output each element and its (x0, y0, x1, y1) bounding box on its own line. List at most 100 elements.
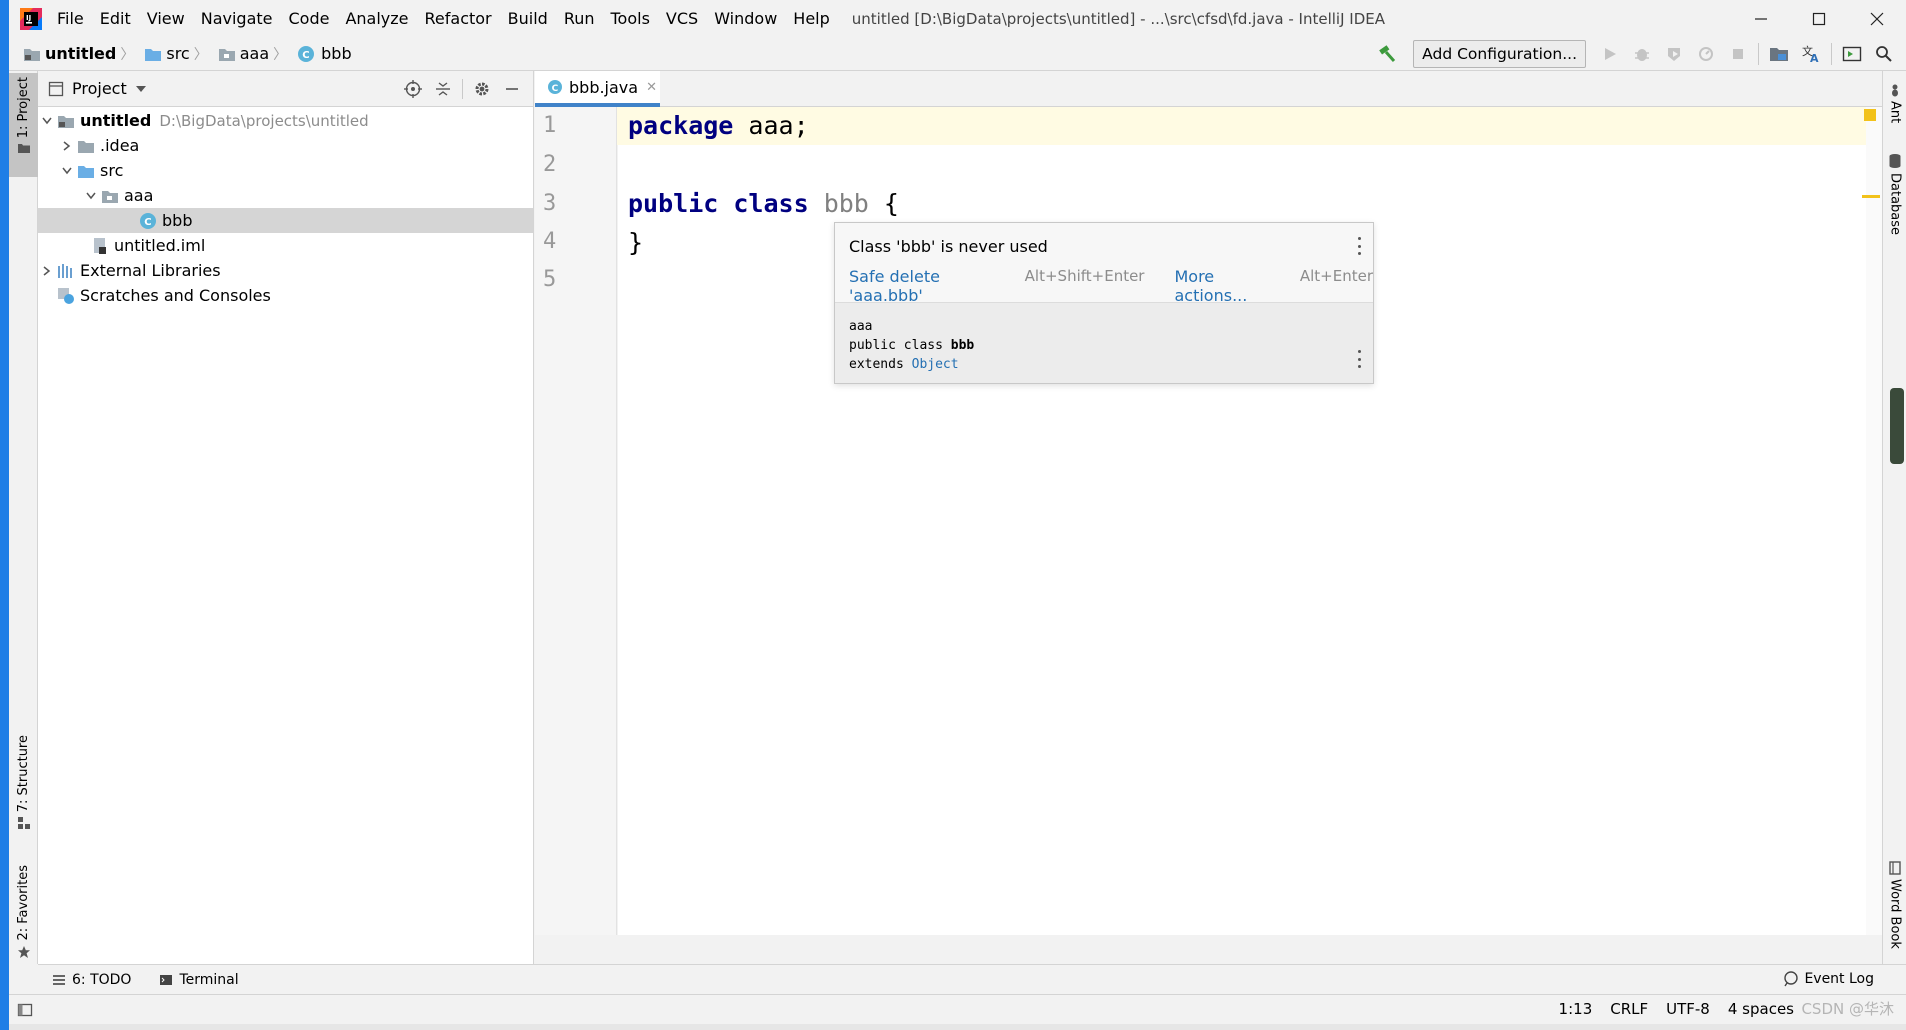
project-view-selector[interactable]: Project (72, 79, 127, 98)
maximize-button[interactable] (1790, 0, 1848, 37)
chevron-right-icon[interactable] (58, 140, 76, 152)
tool-tab-label: 1: Project (16, 77, 31, 139)
tree-item-untitled-iml[interactable]: untitled.iml (38, 233, 533, 258)
tree-item-scratches[interactable]: Scratches and Consoles (38, 283, 533, 308)
chevron-right-icon[interactable] (38, 265, 56, 277)
menu-tools[interactable]: Tools (611, 7, 650, 30)
panel-settings-button[interactable] (467, 74, 497, 104)
event-log-button[interactable]: Event Log (1783, 964, 1874, 994)
database-icon (1889, 154, 1901, 168)
add-configuration-button[interactable]: Add Configuration... (1413, 40, 1586, 68)
breadcrumb-class[interactable]: C bbb (297, 44, 352, 63)
locate-file-button[interactable] (398, 74, 428, 104)
breadcrumb-src[interactable]: src 〉 (144, 44, 213, 64)
project-structure-button[interactable] (1763, 40, 1795, 68)
chevron-down-icon[interactable] (38, 116, 56, 126)
shortcut-hint: Alt+Shift+Enter (1024, 267, 1145, 285)
hide-panel-button[interactable] (497, 74, 527, 104)
tool-tab-structure[interactable]: 7: Structure (9, 731, 38, 830)
close-window-button[interactable] (1848, 0, 1906, 37)
more-options-icon[interactable] (1355, 237, 1363, 255)
project-panel: Project untitled D:\BigData\projects\unt… (38, 71, 534, 964)
terminal-tool-button[interactable]: Terminal (159, 972, 239, 988)
tree-item-bbb[interactable]: C bbb (38, 208, 533, 233)
close-tab-icon[interactable]: ✕ (646, 80, 657, 95)
event-log-label: Event Log (1804, 971, 1874, 987)
caret-position[interactable]: 1:13 (1559, 1000, 1593, 1018)
translate-icon: 文A (1802, 44, 1819, 64)
safe-delete-action[interactable]: Safe delete 'aaa.bbb' (849, 267, 1013, 305)
class-name-unused[interactable]: bbb (824, 189, 869, 218)
stop-button[interactable] (1722, 40, 1754, 68)
chevron-down-icon[interactable] (135, 85, 147, 93)
toggle-tool-windows-icon[interactable] (17, 1002, 33, 1018)
project-view-icon (48, 81, 64, 96)
close-icon (1870, 12, 1884, 25)
translate-button[interactable]: 文A (1795, 40, 1827, 68)
menu-edit[interactable]: Edit (100, 7, 131, 30)
tool-tab-word-book[interactable]: Word Book (1883, 861, 1906, 949)
breadcrumb-project[interactable]: untitled 〉 (23, 44, 140, 64)
svg-text:C: C (552, 84, 559, 94)
package-icon (218, 48, 235, 61)
menu-help[interactable]: Help (793, 7, 829, 30)
build-button[interactable] (1371, 40, 1403, 68)
minimize-icon (506, 88, 518, 90)
code-line-4: } (628, 228, 643, 257)
warning-stripe-mark[interactable] (1862, 195, 1880, 198)
window-title: untitled [D:\BigData\projects\untitled] … (851, 9, 1385, 28)
menu-vcs[interactable]: VCS (666, 7, 698, 30)
breadcrumb-label: untitled (45, 44, 117, 63)
svg-text:A: A (1810, 52, 1819, 64)
menu-run[interactable]: Run (564, 7, 595, 30)
tree-item-src[interactable]: src (38, 158, 533, 183)
doc-superclass-link[interactable]: Object (912, 357, 959, 372)
file-encoding[interactable]: UTF-8 (1666, 1000, 1710, 1018)
shortcut-hint: Alt+Enter (1299, 267, 1373, 285)
todo-tool-button[interactable]: 6: TODO (52, 972, 131, 988)
menu-analyze[interactable]: Analyze (345, 7, 408, 30)
run-button[interactable] (1594, 40, 1626, 68)
menu-build[interactable]: Build (508, 7, 548, 30)
breadcrumb-package[interactable]: aaa 〉 (218, 44, 293, 64)
menu-code[interactable]: Code (289, 7, 330, 30)
doc-declaration-prefix: public class (849, 338, 951, 353)
chevron-down-icon[interactable] (82, 191, 100, 201)
tool-tab-database[interactable]: Database (1883, 153, 1906, 235)
editor-tab-bbb-java[interactable]: C bbb.java ✕ (535, 71, 660, 107)
debug-button[interactable] (1626, 40, 1658, 68)
menu-view[interactable]: View (147, 7, 185, 30)
tree-item-label: aaa (124, 186, 154, 205)
menu-navigate[interactable]: Navigate (201, 7, 273, 30)
tool-tab-project[interactable]: 1: Project (9, 73, 38, 177)
indent-setting[interactable]: 4 spaces (1728, 1000, 1794, 1018)
library-icon (56, 262, 76, 280)
line-separator[interactable]: CRLF (1610, 1000, 1648, 1018)
more-actions-link[interactable]: More actions... (1174, 267, 1287, 305)
breadcrumb-label: aaa (239, 44, 270, 63)
tool-tab-favorites[interactable]: 2: Favorites (9, 861, 38, 959)
menu-refactor[interactable]: Refactor (425, 7, 492, 30)
tree-item-external-libraries[interactable]: External Libraries (38, 258, 533, 283)
header-separator (462, 79, 463, 99)
menu-file[interactable]: File (57, 7, 84, 30)
terminal-toolbar-button[interactable] (1836, 40, 1868, 68)
menu-window[interactable]: Window (714, 7, 777, 30)
side-scroll-handle[interactable] (1890, 388, 1904, 464)
chevron-down-icon[interactable] (58, 166, 76, 176)
doc-extends-keyword: extends (849, 357, 912, 372)
tree-item-untitled[interactable]: untitled D:\BigData\projects\untitled (38, 108, 533, 133)
minimize-button[interactable] (1732, 0, 1790, 37)
collapse-all-button[interactable] (428, 74, 458, 104)
chat-bubble-icon (1784, 971, 1799, 987)
profile-button[interactable] (1690, 40, 1722, 68)
more-options-icon[interactable] (1355, 350, 1363, 368)
tool-tab-ant[interactable]: Ant (1883, 83, 1906, 123)
tree-item-label: untitled.iml (114, 236, 206, 255)
tree-item-aaa[interactable]: aaa (38, 183, 533, 208)
tree-item-idea[interactable]: .idea (38, 133, 533, 158)
coverage-button[interactable] (1658, 40, 1690, 68)
book-icon (1889, 861, 1901, 875)
warning-status-icon[interactable] (1864, 109, 1876, 121)
search-everywhere-button[interactable] (1868, 40, 1900, 68)
